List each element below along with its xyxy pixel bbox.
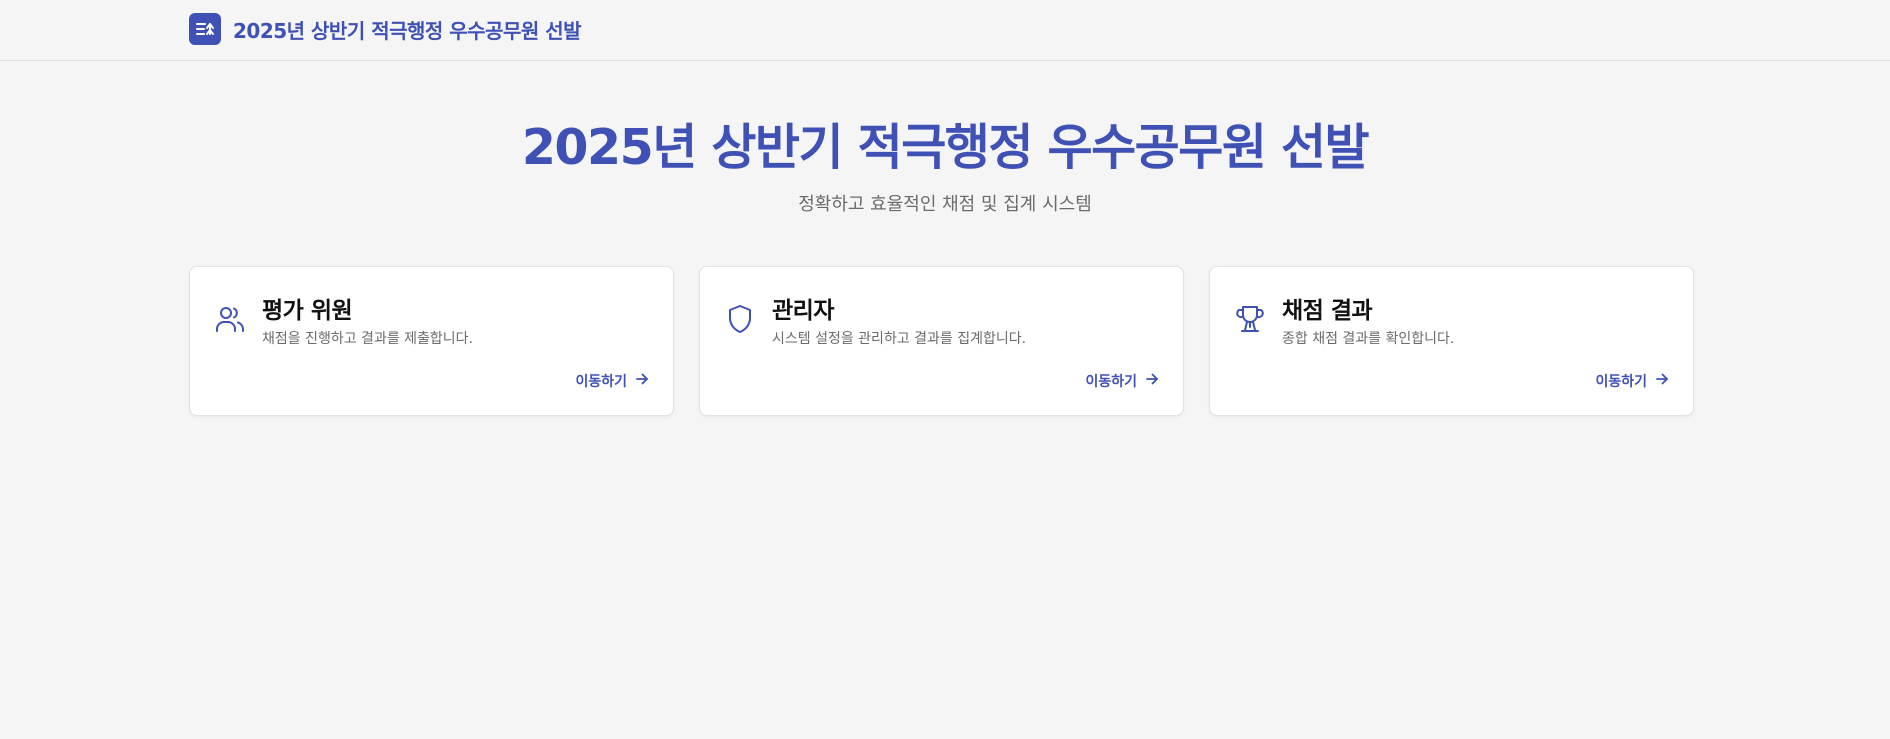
card-title: 관리자 xyxy=(772,298,834,324)
link-label: 이동하기 xyxy=(1595,374,1647,390)
link-label: 이동하기 xyxy=(1085,374,1137,390)
link-label: 이동하기 xyxy=(575,374,627,390)
shield-icon xyxy=(724,303,756,335)
list-arrow-icon xyxy=(189,13,221,45)
arrow-right-icon xyxy=(1145,372,1159,390)
admin-card[interactable]: 관리자 시스템 설정을 관리하고 결과를 집계합니다. 이동하기 xyxy=(699,266,1184,416)
role-cards: 평가 위원 채점을 진행하고 결과를 제출합니다. 이동하기 관리자 시스템 설… xyxy=(189,266,1694,416)
results-card[interactable]: 채점 결과 종합 채점 결과를 확인합니다. 이동하기 xyxy=(1209,266,1694,416)
brand-home-link[interactable]: 2025년 상반기 적극행정 우수공무원 선발 xyxy=(189,13,582,45)
card-title: 채점 결과 xyxy=(1282,298,1373,324)
hero-section: 2025년 상반기 적극행정 우수공무원 선발 정확하고 효율적인 채점 및 집… xyxy=(0,119,1890,216)
arrow-right-icon xyxy=(635,372,649,390)
card-title: 평가 위원 xyxy=(262,298,353,324)
evaluator-card[interactable]: 평가 위원 채점을 진행하고 결과를 제출합니다. 이동하기 xyxy=(189,266,674,416)
trophy-icon xyxy=(1234,303,1266,335)
card-description: 시스템 설정을 관리하고 결과를 집계합니다. xyxy=(772,331,1027,347)
go-evaluator-link[interactable]: 이동하기 xyxy=(575,371,649,391)
page-title: 2025년 상반기 적극행정 우수공무원 선발 xyxy=(521,119,1370,176)
page-subtitle: 정확하고 효율적인 채점 및 집계 시스템 xyxy=(798,194,1092,216)
card-description: 종합 채점 결과를 확인합니다. xyxy=(1282,331,1455,347)
go-results-link[interactable]: 이동하기 xyxy=(1595,371,1669,391)
users-icon xyxy=(214,303,246,335)
go-admin-link[interactable]: 이동하기 xyxy=(1085,371,1159,391)
arrow-right-icon xyxy=(1655,372,1669,390)
top-bar: 2025년 상반기 적극행정 우수공무원 선발 xyxy=(0,0,1890,61)
card-description: 채점을 진행하고 결과를 제출합니다. xyxy=(262,331,473,347)
brand-title: 2025년 상반기 적극행정 우수공무원 선발 xyxy=(233,18,582,43)
